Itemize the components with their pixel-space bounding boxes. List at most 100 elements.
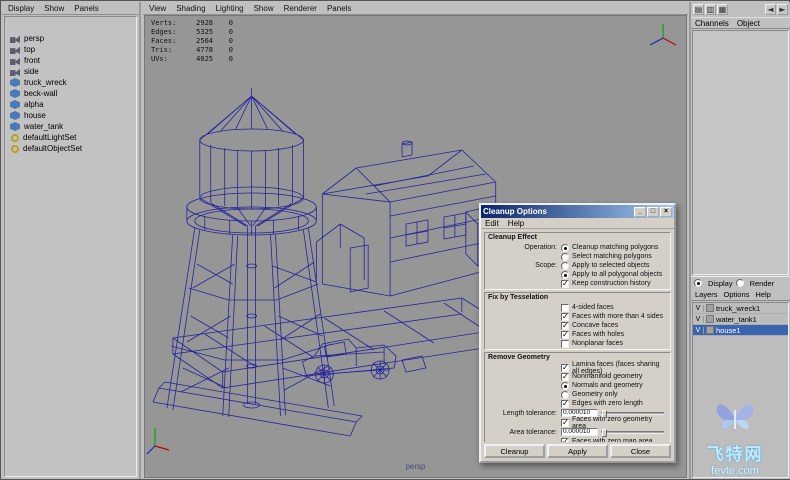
- geometry-only-radio[interactable]: [561, 391, 569, 399]
- zero-geometry-area-checkbox[interactable]: [561, 419, 569, 427]
- select-matching-radio[interactable]: [561, 253, 569, 261]
- apply-selected-radio[interactable]: [561, 262, 569, 270]
- lamina-faces-checkbox[interactable]: [561, 364, 569, 372]
- outliner-item-top[interactable]: top: [5, 44, 136, 55]
- menu-channels[interactable]: Channels: [695, 19, 729, 28]
- nonmanifold-checkbox[interactable]: [561, 373, 569, 381]
- nonplanar-faces-checkbox[interactable]: [561, 340, 569, 348]
- truck-wireframe: [302, 339, 426, 383]
- layer-color-swatch[interactable]: [706, 315, 714, 323]
- outliner-item-persp[interactable]: persp: [5, 33, 136, 44]
- close-icon[interactable]: ×: [660, 207, 672, 217]
- layer-row-house1[interactable]: V house1: [693, 325, 788, 336]
- faces-with-holes-checkbox[interactable]: [561, 331, 569, 339]
- menu-show[interactable]: Show: [254, 4, 274, 13]
- grid-pane-layout-icon[interactable]: ▦: [717, 4, 728, 15]
- menu-display[interactable]: Display: [8, 4, 34, 13]
- zero-map-area-checkbox[interactable]: [561, 438, 569, 443]
- zero-length-edges-checkbox[interactable]: [561, 400, 569, 408]
- menu-options[interactable]: Options: [724, 290, 750, 299]
- viewport-menubar: View Shading Lighting Show Renderer Pane…: [143, 2, 688, 15]
- operation-label: Operation:: [485, 244, 561, 251]
- slider-handle[interactable]: [602, 429, 607, 437]
- maximize-icon[interactable]: □: [647, 207, 659, 217]
- outliner-item-alpha[interactable]: alpha: [5, 99, 136, 110]
- radio-label: Apply to all polygonal objects: [572, 271, 662, 278]
- minimize-icon[interactable]: _: [634, 207, 646, 217]
- outliner-item-beck-wall[interactable]: beck-wall: [5, 88, 136, 99]
- close-button[interactable]: Close: [610, 444, 671, 458]
- menu-panels[interactable]: Panels: [74, 4, 98, 13]
- outliner-item-truck-wreck[interactable]: truck_wreck: [5, 77, 136, 88]
- scope-row-2: Apply to all polygonal objects: [485, 270, 670, 279]
- outliner-item-default-object-set[interactable]: defaultObjectSet: [5, 143, 136, 154]
- single-pane-layout-icon[interactable]: ▤: [693, 4, 704, 15]
- scope-row-1: Scope: Apply to selected objects: [485, 261, 670, 270]
- slider-handle[interactable]: [602, 410, 607, 418]
- menu-lighting[interactable]: Lighting: [216, 4, 244, 13]
- geom-area-tolerance-slider[interactable]: [601, 431, 664, 434]
- operation-row-2: Select matching polygons: [485, 252, 670, 261]
- dialog-titlebar[interactable]: Cleanup Options _ □ ×: [481, 205, 674, 218]
- two-pane-layout-icon[interactable]: ▥: [705, 4, 716, 15]
- dialog-buttons: Cleanup Apply Close: [484, 444, 671, 458]
- layer-editor-menubar: Layers Options Help: [691, 289, 790, 301]
- scope-label: Scope:: [485, 262, 561, 269]
- checkbox-label: Nonplanar faces: [572, 340, 623, 347]
- outliner-item-front[interactable]: front: [5, 55, 136, 66]
- menu-help[interactable]: Help: [755, 290, 770, 299]
- menu-renderer[interactable]: Renderer: [284, 4, 317, 13]
- cleanup-matching-radio[interactable]: [561, 244, 569, 252]
- menu-panels[interactable]: Panels: [327, 4, 351, 13]
- layer-visibility-toggle[interactable]: V: [693, 305, 704, 312]
- layer-color-swatch[interactable]: [706, 304, 714, 312]
- layer-visibility-toggle[interactable]: V: [693, 316, 704, 323]
- section-title: Cleanup Effect: [485, 233, 670, 243]
- keep-history-checkbox[interactable]: [561, 280, 569, 288]
- layer-color-swatch[interactable]: [706, 326, 714, 334]
- cleanup-button[interactable]: Cleanup: [484, 444, 545, 458]
- outliner-item-side[interactable]: side: [5, 66, 136, 77]
- geom-area-tolerance-field[interactable]: [561, 428, 598, 436]
- menu-shading[interactable]: Shading: [176, 4, 205, 13]
- checkbox-label: Edges with zero length: [572, 400, 643, 407]
- expand-panel-icon[interactable]: ►: [777, 4, 788, 15]
- outliner-item-water-tank[interactable]: water_tank: [5, 121, 136, 132]
- collapse-panel-icon[interactable]: ◄: [765, 4, 776, 15]
- radio-label: Cleanup matching polygons: [572, 244, 658, 251]
- layer-row-truck-wreck1[interactable]: V truck_wreck1: [693, 303, 788, 314]
- menu-layers[interactable]: Layers: [695, 290, 718, 299]
- layer-row-water-tank1[interactable]: V water_tank1: [693, 314, 788, 325]
- length-tolerance-slider[interactable]: [601, 412, 664, 415]
- operation-row-1: Operation: Cleanup matching polygons: [485, 243, 670, 252]
- checkbox-label: Faces with holes: [572, 331, 624, 338]
- menu-show[interactable]: Show: [44, 4, 64, 13]
- outliner-item-label: beck-wall: [24, 89, 57, 98]
- more-than-four-sides-checkbox[interactable]: [561, 313, 569, 321]
- outliner-item-house[interactable]: house: [5, 110, 136, 121]
- render-mode-radio[interactable]: [736, 279, 744, 287]
- channel-box-menubar: Channels Object: [691, 17, 790, 29]
- menu-view[interactable]: View: [149, 4, 166, 13]
- menu-edit[interactable]: Edit: [485, 219, 499, 228]
- outliner-item-default-light-set[interactable]: defaultLightSet: [5, 132, 136, 143]
- apply-all-radio[interactable]: [561, 271, 569, 279]
- camera-icon: [10, 45, 20, 54]
- camera-icon: [10, 56, 20, 65]
- hud-selected-count: 0: [213, 55, 233, 64]
- four-sided-faces-checkbox[interactable]: [561, 304, 569, 312]
- normals-and-geometry-radio[interactable]: [561, 382, 569, 390]
- hud-label: Verts:: [151, 19, 185, 28]
- radio-label: Normals and geometry: [572, 382, 643, 389]
- menu-help[interactable]: Help: [508, 219, 524, 228]
- apply-button[interactable]: Apply: [547, 444, 608, 458]
- menu-object[interactable]: Object: [737, 19, 760, 28]
- radio-label: Geometry only: [572, 391, 618, 398]
- outliner-panel: Display Show Panels persp top front side…: [2, 2, 141, 479]
- display-mode-radio[interactable]: [694, 279, 702, 287]
- radio-label: Select matching polygons: [572, 253, 652, 260]
- hud-selected-count: 0: [213, 37, 233, 46]
- layer-visibility-toggle[interactable]: V: [693, 327, 704, 334]
- channel-box-area[interactable]: [692, 30, 789, 275]
- concave-faces-checkbox[interactable]: [561, 322, 569, 330]
